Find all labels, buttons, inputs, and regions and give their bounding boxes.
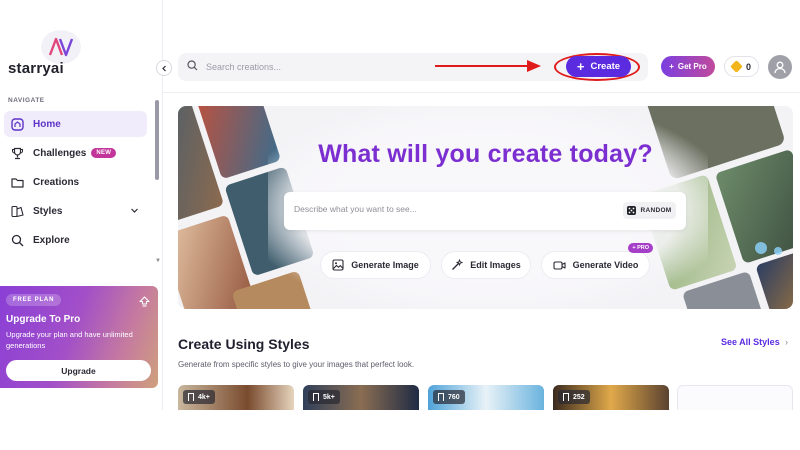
dice-icon [627, 206, 637, 215]
logo-mark-icon [41, 30, 81, 64]
bookmark-icon [563, 393, 569, 401]
style-card[interactable]: 4k+ [178, 385, 294, 410]
generate-image-button[interactable]: Generate Image [320, 251, 431, 279]
prompt-box[interactable]: RANDOM [284, 192, 686, 230]
bookmark-icon [188, 393, 194, 401]
scroll-down-icon[interactable]: ▼ [155, 258, 161, 264]
style-count-badge: 760 [433, 390, 465, 404]
search-icon [187, 58, 198, 76]
upgrade-button[interactable]: Upgrade [6, 360, 151, 381]
brand-logo[interactable]: starryai [8, 30, 88, 78]
sidebar-scrollbar[interactable] [155, 100, 159, 180]
generate-video-button[interactable]: Generate Video + PRO [541, 243, 653, 279]
brand-name: starryai [8, 60, 64, 77]
styles-icon [10, 204, 24, 218]
style-count-badge: 252 [558, 390, 590, 404]
video-icon [553, 260, 566, 271]
sidebar-item-label: Explore [33, 234, 70, 246]
trophy-icon [10, 146, 24, 160]
sidebar-item-creations[interactable]: Creations [4, 169, 147, 195]
collapse-sidebar-button[interactable] [156, 60, 172, 76]
style-card-placeholder[interactable] [677, 385, 793, 410]
style-card[interactable]: 252 [553, 385, 669, 410]
style-count-badge: 4k+ [183, 390, 215, 404]
prompt-input[interactable] [294, 204, 594, 214]
chevron-down-icon[interactable] [130, 206, 139, 218]
random-label: RANDOM [640, 207, 672, 214]
search-icon [10, 233, 24, 247]
annotation-arrow [435, 60, 541, 72]
sidebar-item-home[interactable]: Home [4, 111, 147, 137]
chevron-right-icon[interactable]: › [785, 337, 788, 347]
sidebar-item-styles[interactable]: Styles [4, 198, 147, 224]
image-icon [332, 259, 344, 271]
folder-icon [10, 175, 24, 189]
style-count-badge: 5k+ [308, 390, 340, 404]
bookmark-icon [313, 393, 319, 401]
hero-title: What will you create today? [318, 140, 653, 168]
header-divider [163, 92, 800, 93]
create-label: Create [590, 61, 621, 72]
user-avatar[interactable] [768, 55, 792, 79]
section-subtitle: Generate from specific styles to give yo… [178, 360, 415, 369]
sidebar-item-label: Styles [33, 205, 63, 217]
coin-icon [730, 60, 743, 73]
section-title: Create Using Styles [178, 336, 310, 352]
upgrade-arrow-icon [139, 294, 150, 312]
see-all-styles-link[interactable]: See All Styles [721, 337, 780, 347]
plus-icon: + [576, 59, 585, 74]
generate-video-label: Generate Video [572, 260, 639, 270]
nav-heading: NAVIGATE [8, 97, 45, 104]
search-input[interactable] [206, 62, 406, 72]
chevron-left-icon [161, 65, 166, 71]
hero-banner: What will you create today? RANDOM Gener… [178, 106, 793, 309]
edit-images-button[interactable]: Edit Images [441, 251, 531, 279]
magic-wand-icon [451, 259, 464, 271]
coin-count: 0 [745, 61, 751, 72]
user-icon [774, 61, 786, 74]
bookmark-icon [438, 393, 444, 401]
page-bottom [0, 410, 800, 450]
coin-balance[interactable]: 0 [724, 56, 759, 77]
random-prompt-button[interactable]: RANDOM [623, 202, 676, 219]
style-card[interactable]: 5k+ [303, 385, 419, 410]
upgrade-promo-card: FREE PLAN Upgrade To Pro Upgrade your pl… [0, 286, 158, 388]
promo-text: Upgrade your plan and have unlimited gen… [6, 330, 133, 350]
get-pro-label: Get Pro [677, 62, 707, 71]
sidebar-item-explore[interactable]: Explore [4, 227, 147, 253]
promo-title: Upgrade To Pro [6, 314, 81, 325]
new-badge: NEW [91, 148, 117, 158]
app-root: starryai NAVIGATE Home Challenges NEW Cr… [0, 0, 800, 450]
home-icon [10, 117, 24, 131]
sidebar-item-label: Challenges [33, 147, 87, 159]
plus-icon: + [669, 62, 674, 71]
sidebar-item-label: Home [33, 118, 61, 130]
generate-image-label: Generate Image [351, 260, 419, 270]
get-pro-button[interactable]: + Get Pro [661, 56, 715, 77]
sidebar-item-label: Creations [33, 176, 80, 188]
create-button[interactable]: + Create [566, 56, 631, 77]
style-card[interactable]: 760 [428, 385, 544, 410]
plan-badge: FREE PLAN [6, 294, 62, 306]
sidebar-item-challenges[interactable]: Challenges NEW [4, 140, 147, 166]
pro-badge: + PRO [628, 243, 653, 253]
sidebar: starryai NAVIGATE Home Challenges NEW Cr… [0, 0, 163, 410]
edit-images-label: Edit Images [470, 260, 521, 270]
